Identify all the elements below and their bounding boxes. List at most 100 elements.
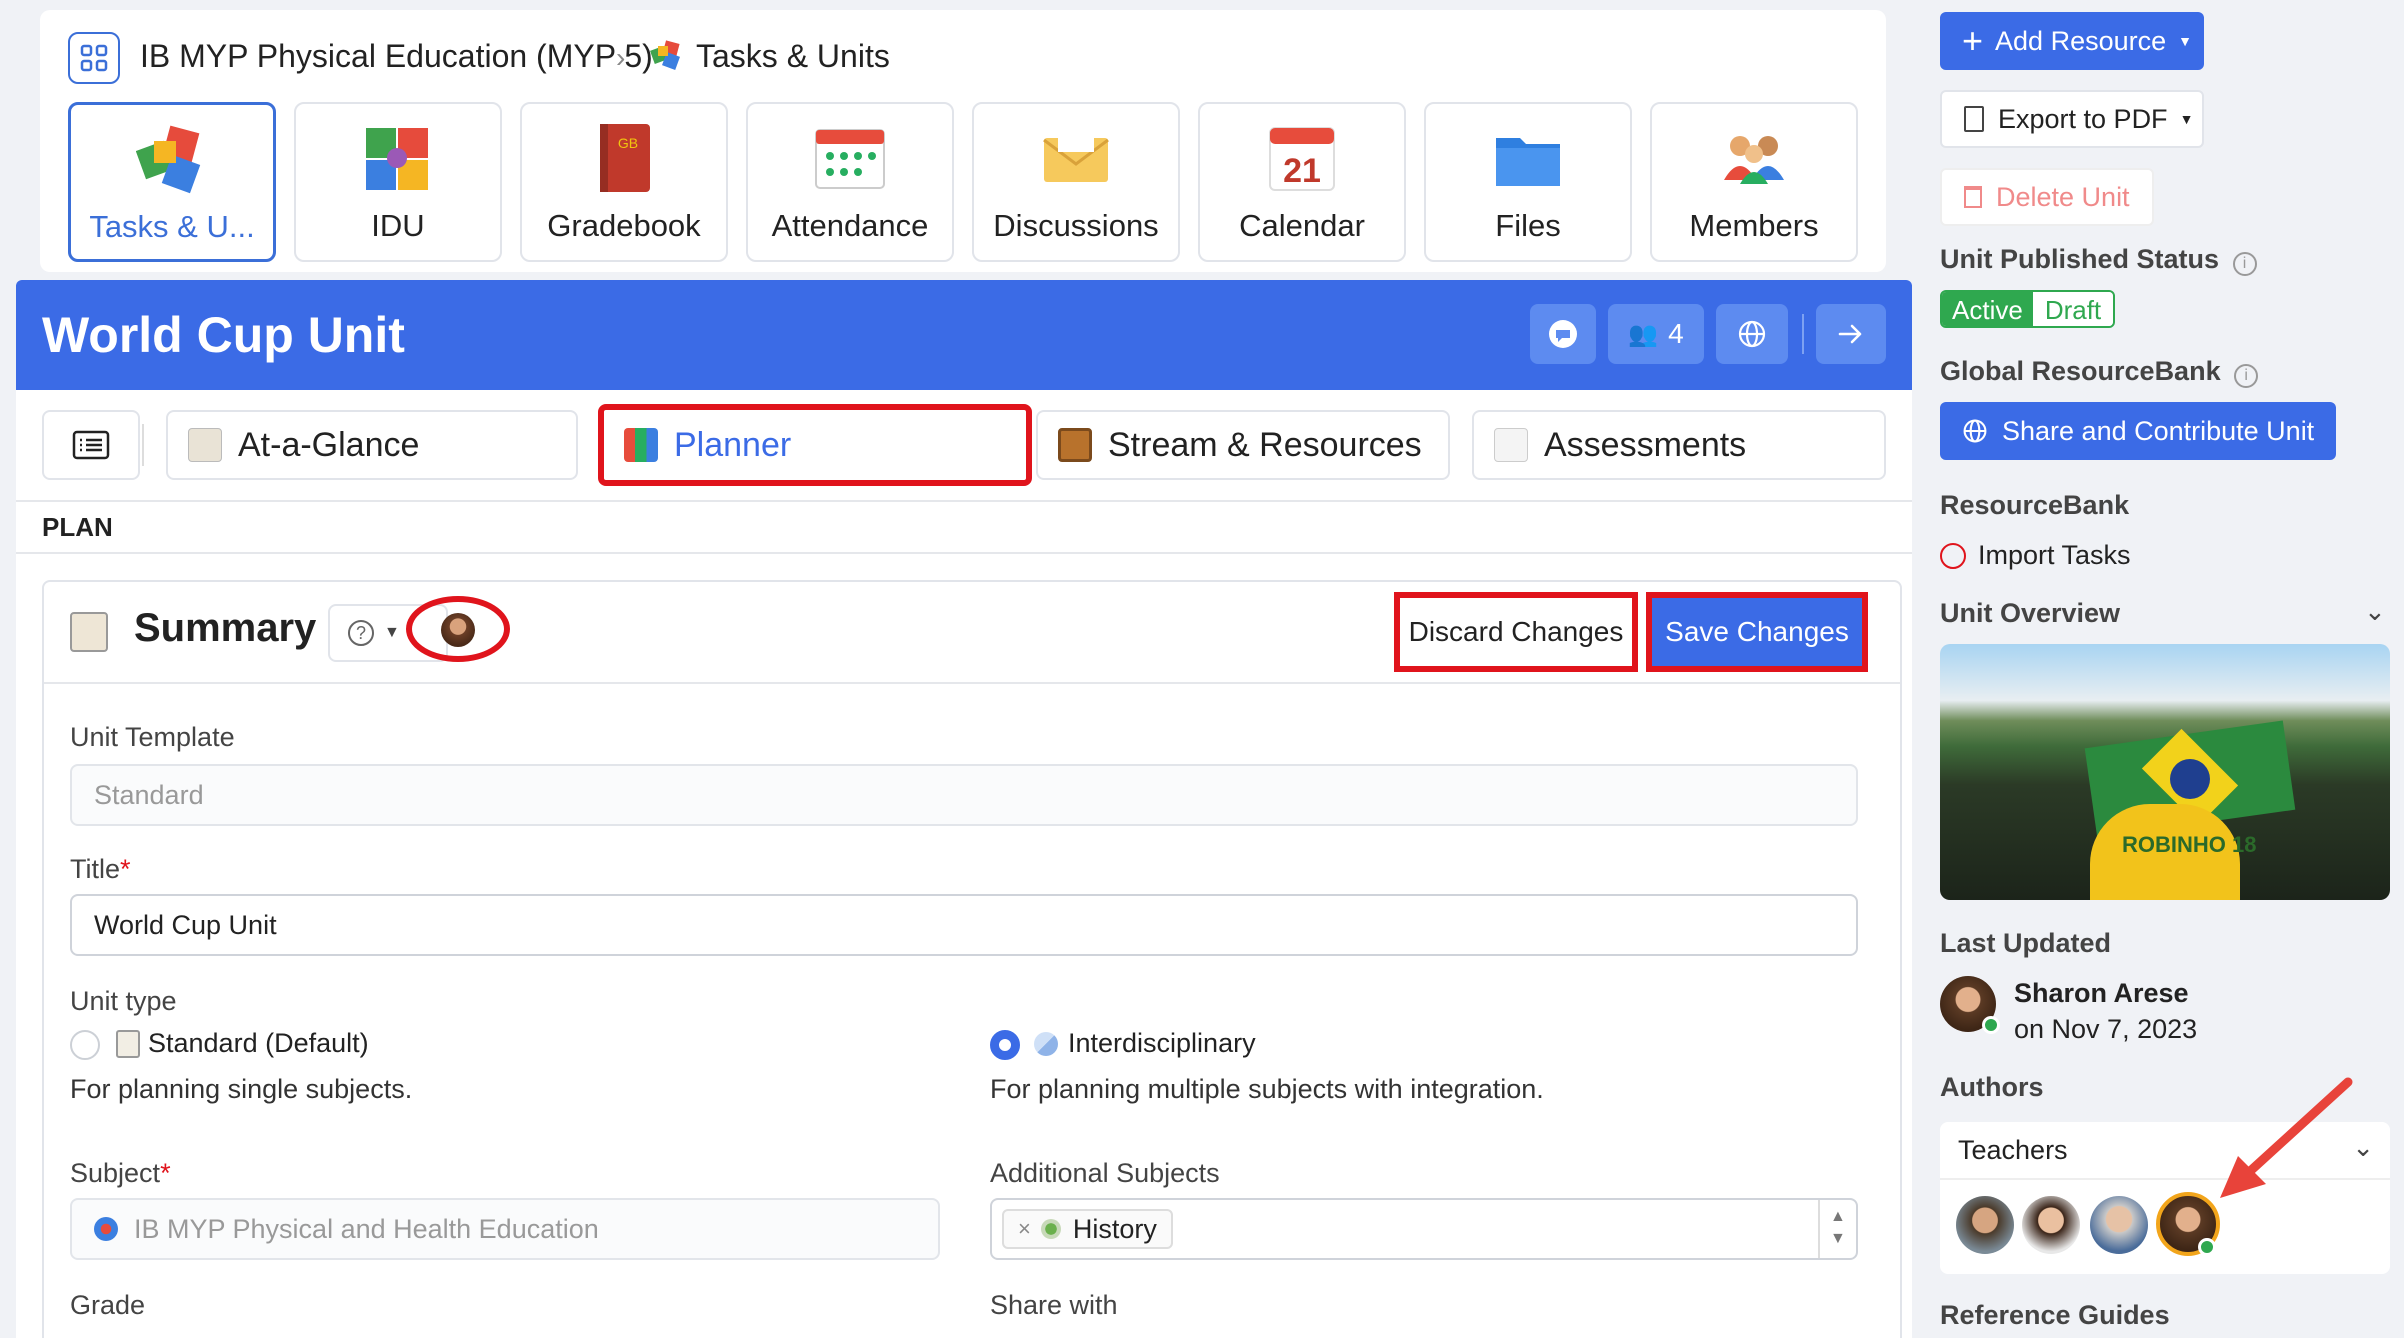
unit-banner: World Cup Unit 👥 4 [16,280,1912,390]
app-tile-idu[interactable]: IDU [294,102,502,262]
app-tile-label: Discussions [993,208,1159,243]
folder-icon [1492,122,1564,194]
remove-tag-icon[interactable]: × [1018,1216,1031,1242]
divider [16,552,1912,554]
app-tile-discussions[interactable]: Discussions [972,102,1180,262]
share-contribute-button[interactable]: Share and Contribute Unit [1940,402,2336,460]
tab-label: Stream & Resources [1108,425,1422,464]
avatar [441,613,475,647]
puzzle-colorful-icon [362,122,434,194]
unit-overview-label: Unit Overview [1940,598,2121,628]
members-count-button[interactable]: 👥 4 [1608,304,1704,364]
divider [142,424,144,466]
additional-subjects-label: Additional Subjects [990,1158,1220,1188]
subject-icon [94,1217,118,1241]
app-tile-attendance[interactable]: Attendance [746,102,954,262]
save-changes-button[interactable]: Save Changes [1646,592,1868,672]
cloud-download-icon [1940,542,1966,569]
list-icon [72,430,110,460]
subject-tag: × History [1002,1209,1173,1249]
add-resource-button[interactable]: + Add Resource ▼ [1940,12,2204,70]
avatar[interactable] [2090,1196,2148,1254]
apps-grid-button[interactable] [68,32,120,84]
next-button[interactable] [1816,304,1886,364]
discussion-button[interactable] [1530,304,1596,364]
app-tile-label: IDU [371,208,425,243]
delete-unit-button[interactable]: Delete Unit [1940,168,2154,226]
tab-assessments[interactable]: Assessments [1472,410,1886,480]
app-tile-members[interactable]: Members [1650,102,1858,262]
share-with-label: Share with [990,1290,1118,1320]
app-tile-label: Members [1689,208,1819,243]
tab-label: Planner [674,425,792,464]
button-label: Discard Changes [1408,616,1624,647]
caret-down-icon: ▼ [2179,111,2194,127]
updated-date: on Nov 7, 2023 [2014,1014,2198,1044]
member-count: 4 [1668,318,1684,349]
tab-stream-resources[interactable]: Stream & Resources [1036,410,1450,480]
app-tile-label: Files [1495,208,1561,243]
breadcrumb-course[interactable]: IB MYP Physical Education (MYP 5) [140,38,653,75]
resourcebank-label: ResourceBank [1940,490,2130,520]
file-pdf-icon [1964,106,1984,132]
radio-interdisciplinary[interactable] [990,1030,1020,1060]
reference-guides-label: Reference Guides [1940,1300,2170,1330]
globe-icon [1963,419,1987,443]
import-tasks-link[interactable]: Import Tasks [1940,540,2131,571]
summary-card: Summary ? ▼ Discard Changes Save Changes… [42,580,1902,1338]
status-active[interactable]: Active [1942,292,2033,326]
annotation-arrow-icon [2220,1077,2353,1198]
chevron-down-icon[interactable]: ⌄ [2364,596,2386,627]
updown-chevron-icon: ▲ ▼ [1830,1208,1846,1247]
users-icon: 👥 [1628,320,1659,348]
subject-field: IB MYP Physical and Health Education [70,1198,940,1260]
tab-at-a-glance[interactable]: At-a-Glance [166,410,578,480]
unit-overview-image[interactable]: ROBINHO 18 [1940,644,2390,900]
app-tile-label: Gradebook [547,208,701,243]
unit-main-panel: At-a-Glance Planner Stream & Resources A… [16,390,1912,1338]
additional-subjects-select[interactable]: × History ▲ ▼ [990,1198,1858,1260]
app-tile-label: Attendance [771,208,929,243]
divider [1818,1200,1820,1258]
toggle-list-button[interactable] [42,410,140,480]
notebook-icon [70,612,108,652]
chat-bubble-icon [1549,320,1577,348]
app-tile-label: Calendar [1239,208,1365,243]
unit-template-label: Unit Template [70,722,235,752]
app-tile-gradebook[interactable]: GB Gradebook [520,102,728,262]
status-draft[interactable]: Draft [2032,292,2114,326]
attendance-icon [814,122,886,194]
export-pdf-button[interactable]: Export to PDF ▼ [1940,90,2204,148]
subject-value: IB MYP Physical and Health Education [134,1213,599,1244]
app-tile-label: Tasks & U... [89,209,255,244]
summary-heading: Summary [134,606,317,650]
online-status-dot [1982,1016,2000,1034]
info-icon: i [2232,252,2257,276]
avatar[interactable] [1956,1196,2014,1254]
globe-icon [1738,320,1766,348]
app-tile-calendar[interactable]: 21 Calendar [1198,102,1406,262]
tab-planner[interactable]: Planner [598,404,1032,486]
unit-type-label: Unit type [70,986,177,1016]
updater-name[interactable]: Sharon Arese [2014,978,2189,1009]
envelope-icon [1040,122,1112,194]
app-tile-tasks-units[interactable]: Tasks & U... [68,102,276,262]
svg-text:GB: GB [618,135,638,151]
app-tile-files[interactable]: Files [1424,102,1632,262]
notebook-icon [188,428,222,462]
status-toggle[interactable]: Active Draft [1940,290,2116,328]
radio-standard-label: Standard (Default) [148,1028,369,1058]
discard-changes-button[interactable]: Discard Changes [1394,592,1638,672]
radio-standard[interactable] [70,1030,100,1060]
unit-template-field[interactable]: Standard [70,764,1858,826]
language-button[interactable] [1716,304,1788,364]
breadcrumb-page: Tasks & Units [696,38,890,74]
history-icon [1040,1219,1061,1239]
divider [16,500,1912,502]
title-value: World Cup Unit [94,909,277,940]
interdisciplinary-icon [1034,1032,1058,1056]
title-input[interactable]: World Cup Unit [70,894,1858,956]
svg-text:21: 21 [1283,152,1321,190]
avatar[interactable] [2022,1196,2080,1254]
gradebook-icon: GB [588,122,660,194]
